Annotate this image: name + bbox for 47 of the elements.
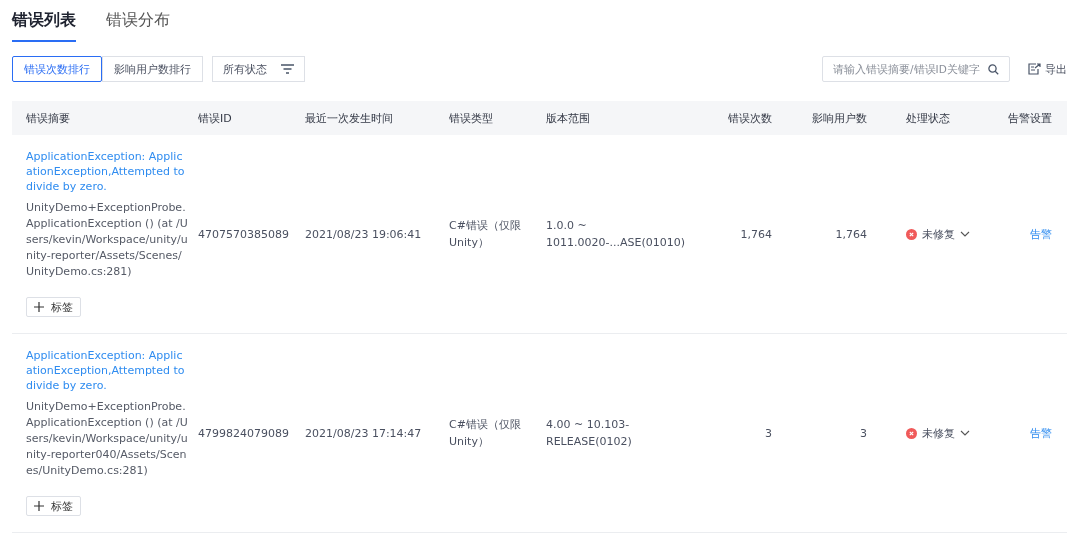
table-cell-text: C#错误（仅限Unity）: [449, 217, 522, 251]
search-field[interactable]: 请输入错误摘要/错误ID关键字: [822, 56, 1010, 82]
error-title-link[interactable]: ApplicationException: ApplicationException,Attempted to divide by zero.: [26, 149, 188, 194]
error-title-link[interactable]: ApplicationException: ApplicationException,Attempted to divide by zero.: [26, 348, 188, 393]
table-cell-text: 4799824079089: [198, 426, 290, 440]
tab[interactable]: 错误分布: [106, 0, 170, 42]
error-status-icon: [906, 427, 917, 439]
add-tag-button[interactable]: 标签: [26, 496, 81, 516]
column-header: 影响用户数: [811, 110, 868, 126]
column-header: 错误摘要: [25, 110, 71, 126]
export-button[interactable]: 导出: [1028, 61, 1067, 77]
status-dropdown[interactable]: 未修复: [906, 425, 970, 441]
stack-trace: UnityDemo+ExceptionProbe.ApplicationException () (at /Users/kevin/Workspace/unity/unity-reporter040/Assets/Scenes/UnityDemo.cs:281): [26, 399, 188, 479]
table-cell-text: 3: [859, 426, 868, 440]
filter-icon: [281, 64, 294, 74]
table-cell-text: 3: [764, 426, 773, 440]
column-header: 最近一次发生时间: [305, 110, 394, 126]
alert-link[interactable]: 告警: [1030, 426, 1052, 440]
table-cell-text: 4.00 ~ 10.103-RELEASE(0102): [546, 416, 633, 450]
tab[interactable]: 错误列表: [12, 0, 76, 42]
sort-button[interactable]: 影响用户数排行: [102, 56, 203, 82]
table-cell-text: 2021/08/23 19:06:41: [305, 227, 423, 241]
sort-button[interactable]: 错误次数排行: [12, 56, 102, 82]
status-dropdown[interactable]: 未修复: [906, 226, 970, 242]
column-header: 错误ID: [198, 110, 233, 126]
column-header: 告警设置: [1007, 110, 1053, 126]
error-status-icon: [906, 228, 917, 240]
column-header: 版本范围: [546, 110, 591, 126]
table-cell-text: C#错误（仅限Unity）: [449, 416, 522, 450]
column-header: 错误次数: [727, 110, 773, 126]
column-header: 处理状态: [905, 110, 951, 126]
search-icon: [988, 63, 999, 75]
chevron-down-icon: [960, 231, 970, 237]
table-cell-text: 2021/08/23 17:14:47: [305, 426, 423, 440]
stack-trace: UnityDemo+ExceptionProbe.ApplicationException () (at /Users/kevin/Workspace/unity/unity-reporter/Assets/Scenes/UnityDemo.cs:281): [26, 200, 188, 280]
add-tag-button[interactable]: 标签: [26, 297, 81, 317]
table-cell-text: 4707570385089: [198, 227, 290, 241]
alert-link[interactable]: 告警: [1030, 227, 1052, 241]
plus-icon: [34, 501, 44, 511]
table-cell-text: 1,764: [739, 227, 773, 241]
table-cell-text: 1,764: [834, 227, 868, 241]
status-filter[interactable]: 所有状态: [212, 56, 305, 82]
column-header: 错误类型: [449, 110, 494, 126]
export-icon: [1028, 63, 1041, 75]
chevron-down-icon: [960, 430, 970, 436]
table-cell-text: 1.0.0 ~ 1011.0020-...ASE(01010): [546, 217, 686, 251]
plus-icon: [34, 302, 44, 312]
